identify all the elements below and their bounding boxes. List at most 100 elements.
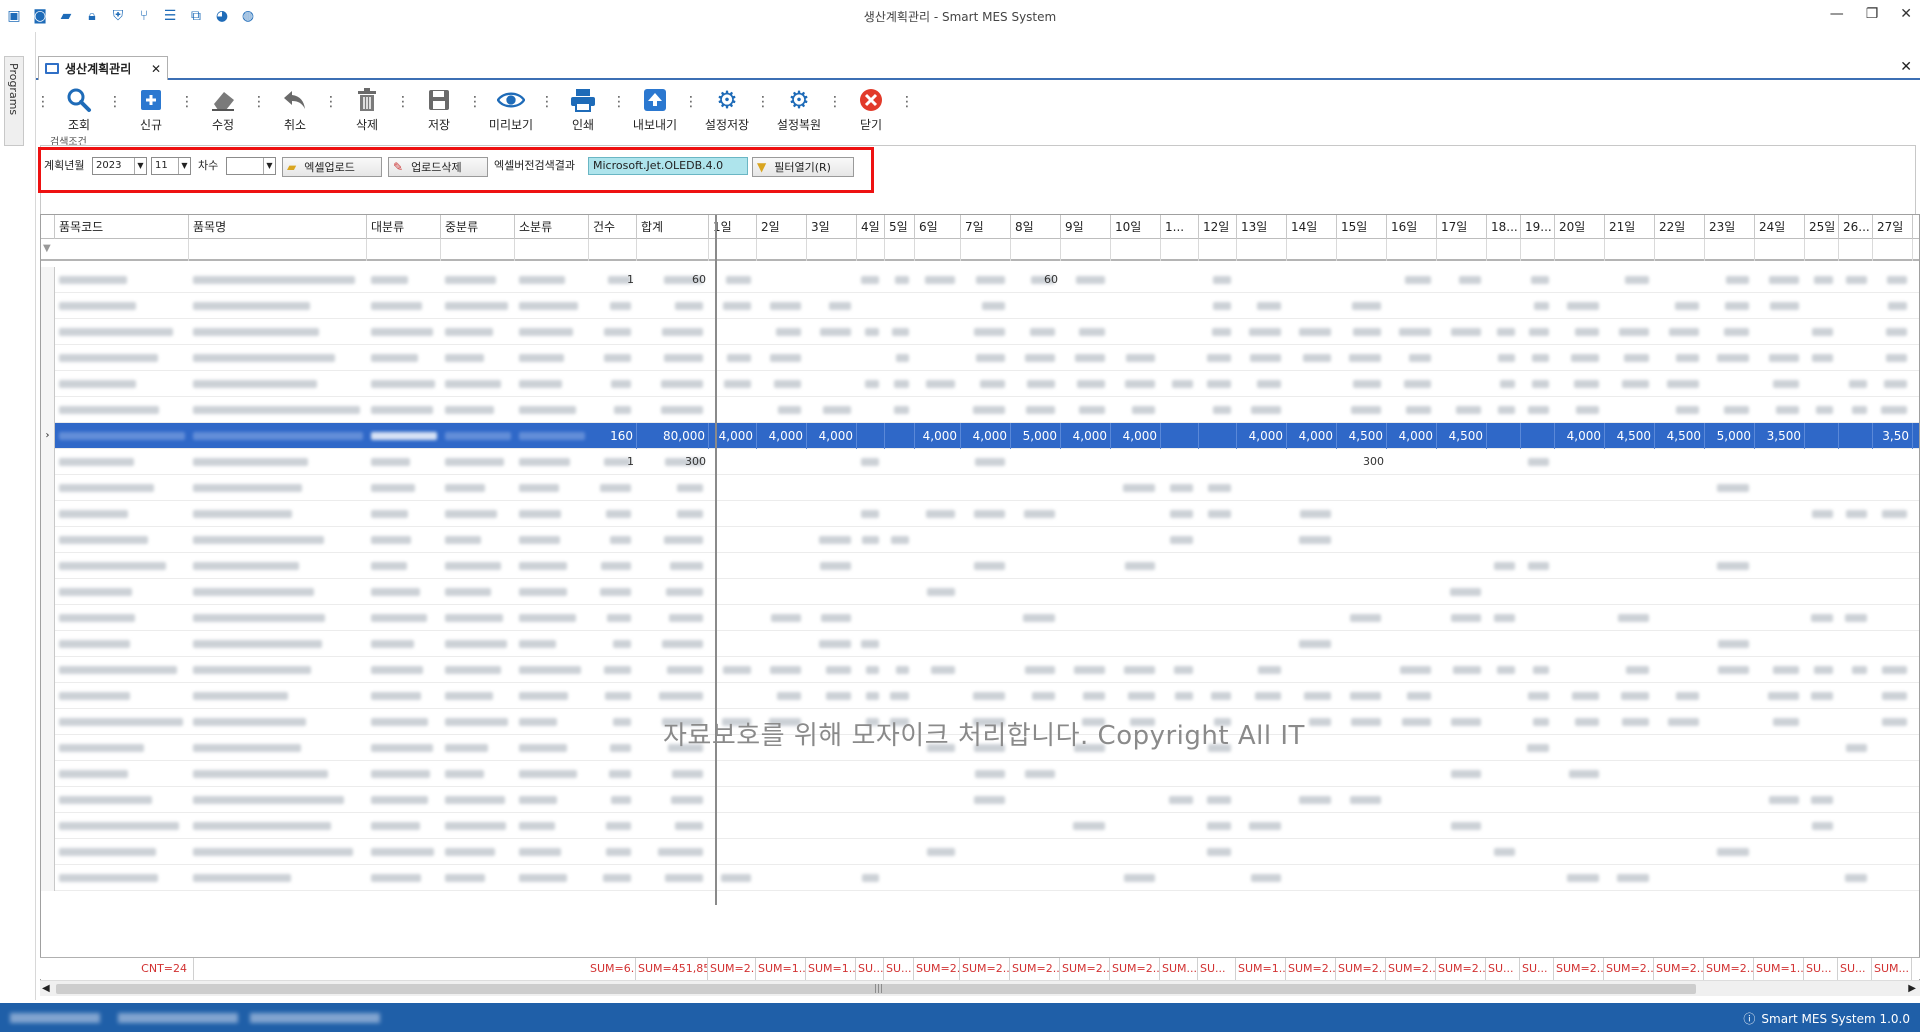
table-row[interactable] bbox=[41, 501, 1919, 527]
filter-cell[interactable] bbox=[1437, 239, 1487, 261]
row-header[interactable] bbox=[41, 787, 55, 813]
round-select[interactable]: ▼ bbox=[226, 157, 276, 175]
filter-cell[interactable] bbox=[1237, 239, 1287, 261]
filter-cell[interactable] bbox=[1873, 239, 1913, 261]
table-row[interactable] bbox=[41, 761, 1919, 787]
excel-upload-button[interactable]: ▰ 엑셀업로드 bbox=[282, 157, 382, 177]
table-row[interactable] bbox=[41, 371, 1919, 397]
table-row[interactable] bbox=[41, 787, 1919, 813]
column-header[interactable]: 14일 bbox=[1287, 215, 1337, 239]
table-cell[interactable] bbox=[1521, 423, 1555, 449]
delete-button[interactable]: 삭제 bbox=[338, 82, 396, 138]
row-header[interactable] bbox=[41, 267, 55, 293]
horizontal-scrollbar[interactable]: ◀ ||| ▶ bbox=[40, 980, 1920, 996]
row-header[interactable] bbox=[41, 631, 55, 657]
column-header[interactable]: 3일 bbox=[807, 215, 857, 239]
table-row[interactable] bbox=[41, 579, 1919, 605]
tab-close-icon[interactable]: ✕ bbox=[151, 62, 161, 76]
print-button[interactable]: 인쇄 bbox=[554, 82, 612, 138]
minimize-button[interactable]: — bbox=[1830, 6, 1844, 22]
row-header[interactable] bbox=[41, 683, 55, 709]
table-cell[interactable]: 4,500 bbox=[1655, 423, 1705, 449]
column-header[interactable]: 1... bbox=[1161, 215, 1199, 239]
column-header[interactable]: 27일 bbox=[1873, 215, 1913, 239]
column-header[interactable]: 26... bbox=[1839, 215, 1873, 239]
table-cell[interactable]: 4,000 bbox=[1287, 423, 1337, 449]
edit-button[interactable]: 수정 bbox=[194, 82, 252, 138]
column-header[interactable]: 19... bbox=[1521, 215, 1555, 239]
column-header[interactable]: 5일 bbox=[885, 215, 915, 239]
table-cell[interactable] bbox=[1487, 423, 1521, 449]
column-header[interactable]: 2일 bbox=[757, 215, 807, 239]
table-cell[interactable]: 80,000 bbox=[637, 423, 709, 449]
row-header[interactable] bbox=[41, 501, 55, 527]
row-header[interactable]: › bbox=[41, 423, 55, 449]
column-header[interactable]: 합계 bbox=[637, 215, 709, 239]
filter-cell[interactable] bbox=[915, 239, 961, 261]
chevron-down-icon[interactable]: ▼ bbox=[263, 158, 275, 174]
table-row[interactable] bbox=[41, 293, 1919, 319]
column-header[interactable]: 9일 bbox=[1061, 215, 1111, 239]
row-header[interactable] bbox=[41, 319, 55, 345]
column-header[interactable]: 7일 bbox=[961, 215, 1011, 239]
chevron-down-icon[interactable]: ▼ bbox=[134, 158, 146, 174]
table-cell[interactable]: 60 bbox=[1011, 267, 1061, 293]
column-header[interactable]: 6일 bbox=[915, 215, 961, 239]
column-header[interactable]: 12일 bbox=[1199, 215, 1237, 239]
table-row[interactable] bbox=[41, 345, 1919, 371]
column-header[interactable]: 15일 bbox=[1337, 215, 1387, 239]
table-cell[interactable]: 4,000 bbox=[915, 423, 961, 449]
filter-cell[interactable] bbox=[1805, 239, 1839, 261]
filter-cell[interactable] bbox=[1555, 239, 1605, 261]
table-row[interactable] bbox=[41, 813, 1919, 839]
row-header[interactable] bbox=[41, 839, 55, 865]
open-filter-button[interactable]: ▼ 필터열기(R) bbox=[752, 157, 854, 177]
preview-button[interactable]: 미리보기 bbox=[482, 82, 540, 138]
row-header[interactable] bbox=[41, 579, 55, 605]
filter-cell[interactable] bbox=[857, 239, 885, 261]
row-header[interactable] bbox=[41, 761, 55, 787]
column-header[interactable]: 품목코드 bbox=[55, 215, 189, 239]
selected-table-row[interactable]: › 160 80,000 4,000 4,000 4,000 4,000 4,000 5,000… bbox=[41, 423, 1919, 449]
table-cell[interactable]: 4,000 bbox=[1237, 423, 1287, 449]
filter-cell[interactable] bbox=[1839, 239, 1873, 261]
filter-cell[interactable] bbox=[1061, 239, 1111, 261]
table-row[interactable] bbox=[41, 605, 1919, 631]
table-row[interactable] bbox=[41, 683, 1919, 709]
column-header[interactable]: 23일 bbox=[1705, 215, 1755, 239]
restore-button[interactable]: ❐ bbox=[1866, 6, 1879, 22]
filter-cell[interactable] bbox=[807, 239, 857, 261]
table-cell[interactable]: 300 bbox=[637, 449, 709, 475]
filter-cell[interactable] bbox=[885, 239, 915, 261]
filter-cell[interactable] bbox=[757, 239, 807, 261]
column-header[interactable]: 대분류 bbox=[367, 215, 441, 239]
filter-cell[interactable] bbox=[1161, 239, 1199, 261]
table-cell[interactable]: 4,500 bbox=[1337, 423, 1387, 449]
table-row[interactable] bbox=[41, 839, 1919, 865]
row-header[interactable] bbox=[41, 345, 55, 371]
table-cell[interactable]: 4,500 bbox=[1437, 423, 1487, 449]
table-row[interactable]: 1 300 300 bbox=[41, 449, 1919, 475]
row-header[interactable] bbox=[41, 527, 55, 553]
table-cell[interactable]: 1 bbox=[589, 449, 637, 475]
save-button[interactable]: 저장 bbox=[410, 82, 468, 138]
table-cell[interactable] bbox=[1199, 423, 1237, 449]
table-row[interactable] bbox=[41, 397, 1919, 423]
column-header[interactable]: 22일 bbox=[1655, 215, 1705, 239]
filter-cell[interactable] bbox=[367, 239, 441, 261]
filter-cell[interactable] bbox=[441, 239, 515, 261]
table-cell[interactable]: 4,000 bbox=[961, 423, 1011, 449]
scroll-left-icon[interactable]: ◀ bbox=[42, 981, 50, 997]
column-header[interactable]: 건수 bbox=[589, 215, 637, 239]
scroll-right-icon[interactable]: ▶ bbox=[1908, 981, 1916, 997]
save-settings-button[interactable]: ⚙ 설정저장 bbox=[698, 82, 756, 138]
table-row[interactable]: 1 60 60 bbox=[41, 267, 1919, 293]
table-cell[interactable]: 4,000 bbox=[1111, 423, 1161, 449]
column-header[interactable]: 18... bbox=[1487, 215, 1521, 239]
table-cell[interactable] bbox=[885, 423, 915, 449]
column-header[interactable]: 품목명 bbox=[189, 215, 367, 239]
table-row[interactable] bbox=[41, 527, 1919, 553]
table-cell[interactable]: 1 bbox=[589, 267, 637, 293]
filter-cell[interactable] bbox=[637, 239, 709, 261]
column-header[interactable]: 21일 bbox=[1605, 215, 1655, 239]
